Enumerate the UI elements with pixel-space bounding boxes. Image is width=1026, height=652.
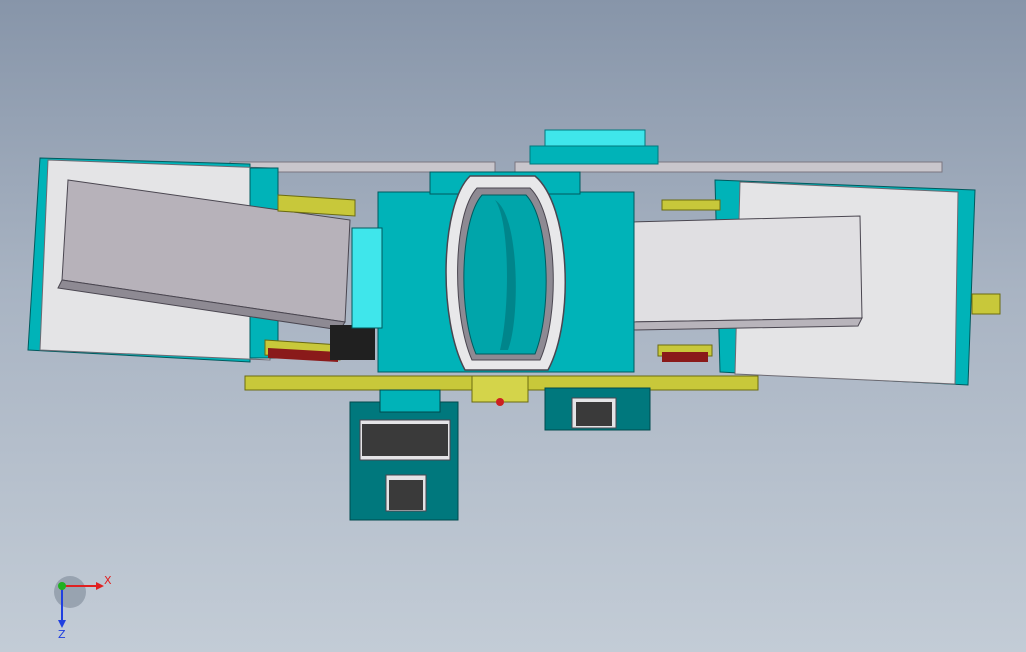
y-axis-dot: [58, 582, 66, 590]
hub-pin: [496, 398, 504, 406]
x-axis-arrow: [96, 582, 104, 590]
left-black-block: [330, 325, 375, 360]
right-upper-yellow: [661, 199, 721, 211]
z-axis-arrow: [58, 620, 66, 628]
right-lower-red: [662, 352, 708, 362]
assembly-model[interactable]: [0, 0, 1026, 652]
left-motor-lower-slot: [389, 480, 423, 510]
top-block-base: [529, 145, 659, 165]
3d-viewport[interactable]: X Z: [0, 0, 1026, 652]
z-axis-label: Z: [58, 628, 66, 641]
x-axis-label: X: [104, 574, 112, 587]
coordinate-triad: X Z: [54, 574, 112, 641]
left-motor-bracket: [379, 389, 441, 413]
right-arm-panel: [627, 215, 863, 323]
right-shaft: [971, 293, 1001, 315]
left-cylinder: [351, 227, 383, 329]
left-motor-slot: [362, 424, 448, 456]
right-motor-slot: [576, 402, 612, 426]
